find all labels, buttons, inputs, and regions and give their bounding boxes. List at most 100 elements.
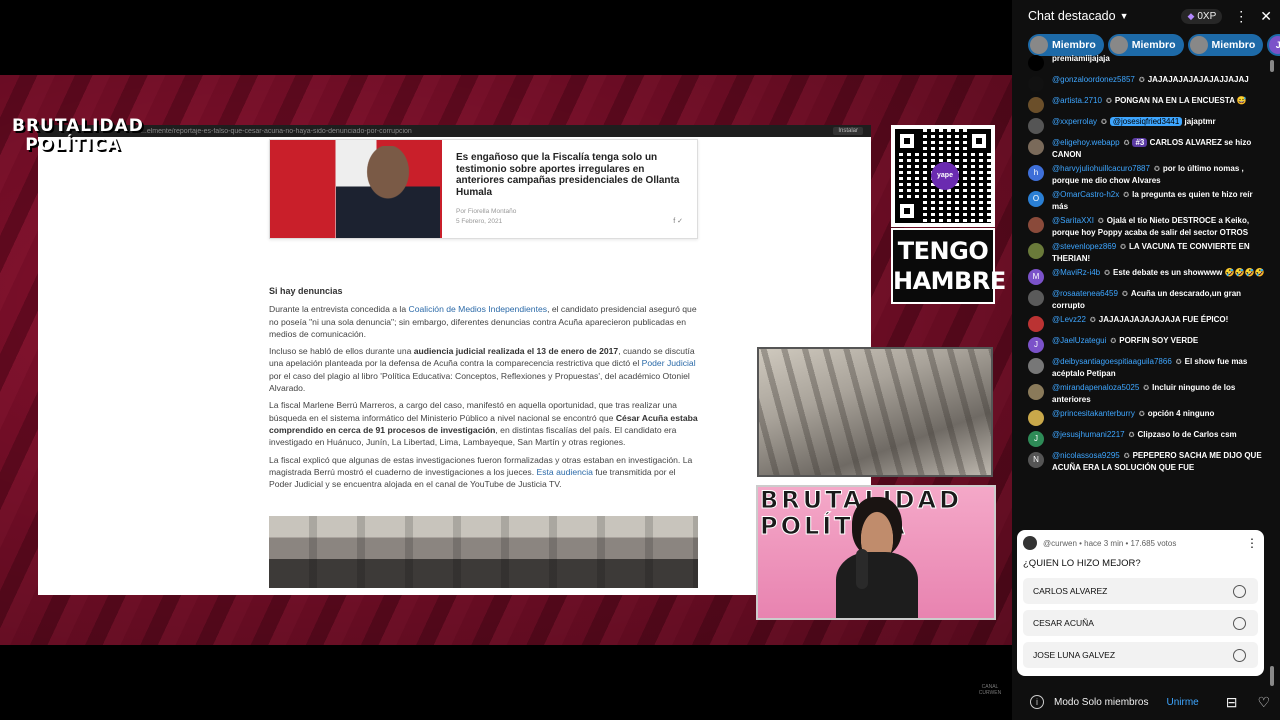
poll-card: @curwen • hace 3 min • 17.685 votos ⋮ ¿Q… bbox=[1017, 530, 1264, 676]
close-icon[interactable]: ✕ bbox=[1260, 8, 1272, 25]
avatar[interactable] bbox=[1028, 55, 1044, 71]
chat-author[interactable]: @eligehoy.webapp bbox=[1052, 138, 1120, 147]
avatar[interactable]: h bbox=[1028, 165, 1044, 181]
chat-text: PONGAN NA EN LA ENCUESTA 😅 bbox=[1114, 96, 1247, 105]
avatar[interactable] bbox=[1028, 97, 1044, 113]
chat-author[interactable]: @xxperrolay bbox=[1052, 117, 1097, 126]
chat-author[interactable]: @Levz22 bbox=[1052, 315, 1086, 324]
member-badge-icon: ✪ bbox=[1097, 218, 1104, 225]
chat-author[interactable]: @MaviRz-i4b bbox=[1052, 268, 1100, 277]
chat-message: @artista.2710 ✪ PONGAN NA EN LA ENCUESTA 😅 bbox=[1028, 96, 1270, 113]
member-badge-icon: ✪ bbox=[1138, 77, 1145, 84]
share-icons: f ✓ bbox=[673, 218, 683, 225]
chat-author[interactable]: @nicolassosa9295 bbox=[1052, 451, 1120, 460]
member-chip[interactable]: Miembro bbox=[1028, 34, 1104, 56]
video-player[interactable]: BRUTALIDAD POLÍTICA ...elmente/reportaje… bbox=[0, 0, 1012, 720]
chat-message: J @jesusjhumani2217 ✪ Clipzaso lo de Carlos… bbox=[1028, 430, 1270, 447]
mention-chip[interactable]: @josesiqfried3441 bbox=[1109, 117, 1183, 126]
more-options-icon[interactable]: ⋮ bbox=[1234, 8, 1248, 25]
member-chip[interactable]: Miembro bbox=[1107, 34, 1184, 56]
related-article-card: Es engañoso que la Fiscalía tenga solo u… bbox=[269, 139, 698, 239]
poll-option[interactable]: CESAR ACUÑA bbox=[1023, 610, 1258, 636]
related-article-date: 5 Febrero, 2021 bbox=[456, 218, 503, 225]
avatar[interactable] bbox=[1028, 384, 1044, 400]
chat-author[interactable]: @SaritaXXI bbox=[1052, 216, 1094, 225]
chat-author[interactable]: @artista.2710 bbox=[1052, 96, 1102, 105]
member-badge-icon: ✪ bbox=[1143, 385, 1150, 392]
qr-code: yape bbox=[891, 125, 995, 227]
avatar[interactable] bbox=[1028, 217, 1044, 233]
member-badge-icon: ✪ bbox=[1120, 244, 1127, 251]
overlay-sign-line1: TENGO bbox=[897, 237, 989, 265]
heart-icon[interactable]: ♡ bbox=[1257, 694, 1270, 711]
member-badge-icon: ✪ bbox=[1110, 338, 1117, 345]
related-article-image bbox=[270, 140, 442, 238]
avatar[interactable] bbox=[1028, 410, 1044, 426]
browser-url: ...elmente/reportaje-es-falso-que-cesar-… bbox=[141, 127, 412, 135]
more-options-icon[interactable]: ⋮ bbox=[1246, 536, 1258, 550]
avatar[interactable] bbox=[1028, 316, 1044, 332]
member-chip[interactable]: JMi bbox=[1267, 34, 1280, 56]
chat-message: O @OmarCastro-h2x ✪ la pregunta es quien te… bbox=[1028, 190, 1270, 212]
member-badge-icon: ✪ bbox=[1123, 453, 1130, 460]
streamer bbox=[836, 497, 918, 618]
avatar bbox=[1023, 536, 1037, 550]
avatar[interactable] bbox=[1028, 139, 1044, 155]
article-paragraph: Incluso se habló de ellos durante una au… bbox=[269, 346, 696, 394]
microphone-icon bbox=[856, 549, 868, 589]
chevron-down-icon: ▼ bbox=[1119, 11, 1129, 21]
chat-message: @stevenlopez869 ✪ LA VACUNA TE CONVIERTE E… bbox=[1028, 242, 1270, 264]
avatar[interactable]: O bbox=[1028, 191, 1044, 207]
member-badge-icon: ✪ bbox=[1123, 192, 1130, 199]
chat-author[interactable]: @mirandapenaloza5025 bbox=[1052, 383, 1139, 392]
browser-address-bar: ...elmente/reportaje-es-falso-que-cesar-… bbox=[38, 125, 871, 137]
chat-text: premiamiijajaja bbox=[1052, 54, 1110, 63]
chat-scrollbar[interactable] bbox=[1270, 56, 1276, 686]
chat-message: @SaritaXXI ✪ Ojalá el tío Nieto DESTROCE a… bbox=[1028, 216, 1270, 238]
chat-header: Chat destacado ▼ ◆ 0XP ⋮ ✕ bbox=[1012, 0, 1280, 32]
overlay-sign-line2: HAMBRE bbox=[893, 267, 1006, 295]
avatar bbox=[1030, 36, 1048, 54]
xp-badge[interactable]: ◆ 0XP bbox=[1181, 8, 1223, 24]
chat-text: Clipzaso lo de Carlos csm bbox=[1137, 430, 1237, 439]
brand-logo: BRUTALIDAD POLÍTICA bbox=[12, 118, 143, 155]
radio-icon bbox=[1233, 648, 1246, 662]
join-button[interactable]: Unirme bbox=[1166, 697, 1198, 708]
chat-message: @princesitakanterburry ✪ opción 4 ninguno bbox=[1028, 409, 1270, 426]
avatar[interactable]: J bbox=[1028, 337, 1044, 353]
overlay-video-clip bbox=[757, 347, 993, 477]
chat-author[interactable]: @jesusjhumani2217 bbox=[1052, 430, 1125, 439]
poll-option[interactable]: JOSE LUNA GALVEZ bbox=[1023, 642, 1258, 668]
avatar[interactable]: M bbox=[1028, 269, 1044, 285]
avatar[interactable] bbox=[1028, 76, 1044, 92]
avatar[interactable]: N bbox=[1028, 452, 1044, 468]
avatar[interactable] bbox=[1028, 118, 1044, 134]
avatar[interactable] bbox=[1028, 243, 1044, 259]
chat-author[interactable]: @OmarCastro-h2x bbox=[1052, 190, 1119, 199]
chat-author[interactable]: @deibysantiagoespitiaaguila7866 bbox=[1052, 357, 1172, 366]
chat-author[interactable]: @gonzaloordonez5857 bbox=[1052, 75, 1135, 84]
member-chip[interactable]: Miembro bbox=[1187, 34, 1264, 56]
chat-author[interactable]: @princesitakanterburry bbox=[1052, 409, 1135, 418]
member-badge-icon: ✪ bbox=[1175, 359, 1182, 366]
info-icon[interactable]: i bbox=[1030, 695, 1044, 709]
xp-value: 0XP bbox=[1197, 10, 1217, 22]
poll-meta: @curwen • hace 3 min • 17.685 votos bbox=[1043, 538, 1177, 548]
chat-author[interactable]: @rosaatenea6459 bbox=[1052, 289, 1118, 298]
poll-option[interactable]: CARLOS ALVAREZ bbox=[1023, 578, 1258, 604]
super-chat-icon[interactable]: ⊟ bbox=[1226, 694, 1238, 711]
chat-mode-dropdown[interactable]: Chat destacado ▼ bbox=[1028, 9, 1128, 23]
article: Es engañoso que la Fiscalía tenga solo u… bbox=[269, 139, 699, 589]
brand-logo-line2: POLÍTICA bbox=[25, 135, 121, 155]
avatar[interactable]: J bbox=[1028, 431, 1044, 447]
chat-message: @gonzaloordonez5857 ✪ JAJAJAJAJAJAJAJJAJAJ bbox=[1028, 75, 1270, 92]
chat-message: @Levz22 ✪ JAJAJAJAJAJAJAJA FUE ÉPICO! bbox=[1028, 315, 1270, 332]
chat-author[interactable]: @harvyjuliohuillcacuro7887 bbox=[1052, 164, 1150, 173]
chat-author[interactable]: @stevenlopez869 bbox=[1052, 242, 1116, 251]
article-heading: Si hay denuncias bbox=[269, 286, 343, 296]
chat-author[interactable]: @JaelUzategui bbox=[1052, 336, 1106, 345]
avatar[interactable] bbox=[1028, 290, 1044, 306]
article-photo bbox=[269, 516, 698, 589]
chat-messages[interactable]: premiamiijajaja @gonzaloordonez5857 ✪ JAJAJ… bbox=[1012, 54, 1270, 530]
avatar[interactable] bbox=[1028, 358, 1044, 374]
